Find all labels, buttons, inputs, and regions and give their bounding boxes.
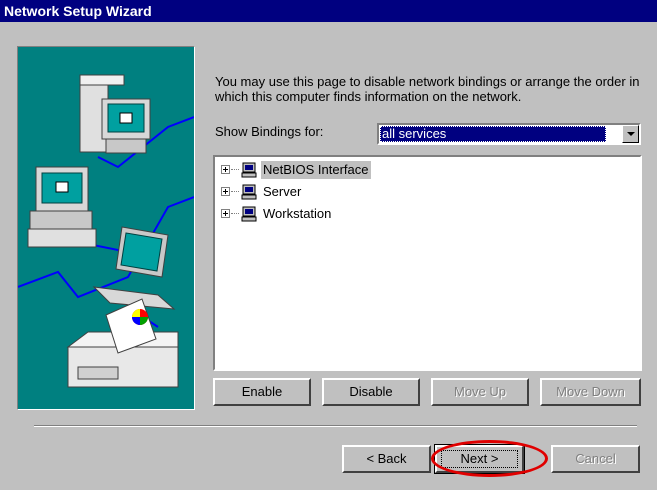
move-up-button[interactable]: Move Up <box>431 378 529 406</box>
wizard-illustration <box>17 46 195 410</box>
enable-button[interactable]: Enable <box>213 378 311 406</box>
dropdown-arrow-icon[interactable] <box>622 125 639 143</box>
expand-icon[interactable] <box>221 187 230 196</box>
disable-button[interactable]: Disable <box>322 378 420 406</box>
dropdown-selected-value: all services <box>380 126 606 142</box>
tree-item-label: NetBIOS Interface <box>261 161 371 179</box>
divider <box>34 425 637 427</box>
tree-item-label: Workstation <box>263 206 332 221</box>
window-title: Network Setup Wizard <box>0 0 657 22</box>
cancel-button[interactable]: Cancel <box>551 445 640 473</box>
show-bindings-label: Show Bindings for: <box>215 124 324 139</box>
computer-icon <box>241 184 257 200</box>
back-button[interactable]: < Back <box>342 445 431 473</box>
highlight-annotation <box>431 440 548 477</box>
tree-item-label: Server <box>263 184 302 199</box>
expand-icon[interactable] <box>221 209 230 218</box>
bindings-tree[interactable]: NetBIOS Interface Server Workstation <box>213 155 642 371</box>
show-bindings-dropdown[interactable]: all services <box>377 123 641 145</box>
page-description: You may use this page to disable network… <box>215 74 640 104</box>
expand-icon[interactable] <box>221 165 230 174</box>
move-down-button[interactable]: Move Down <box>540 378 641 406</box>
computer-icon <box>241 206 257 222</box>
computer-icon <box>241 162 257 178</box>
